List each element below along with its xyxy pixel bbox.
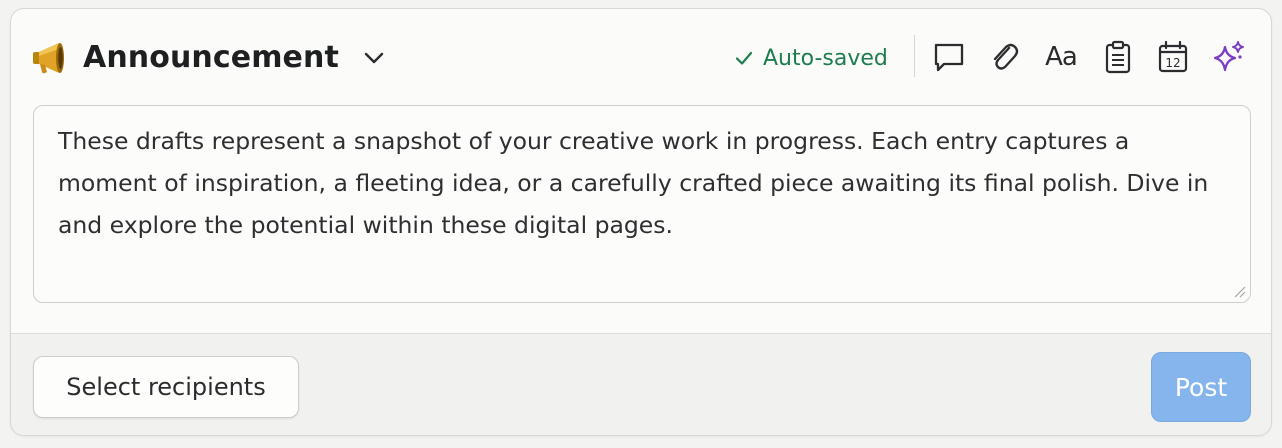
comment-icon	[934, 43, 964, 72]
announcement-composer: Announcement Auto-saved Aa 12 These draf…	[10, 8, 1272, 436]
schedule-button[interactable]: 12	[1153, 37, 1193, 77]
resize-handle-icon[interactable]	[1232, 284, 1246, 298]
select-recipients-button[interactable]: Select recipients	[33, 356, 299, 418]
checkmark-icon	[735, 51, 753, 65]
calendar-day: 12	[1165, 56, 1180, 70]
announcement-body-textarea[interactable]: These drafts represent a snapshot of you…	[33, 105, 1251, 303]
attachment-icon	[993, 43, 1019, 70]
toolbar-divider	[914, 35, 915, 77]
megaphone-icon	[33, 43, 64, 74]
ai-assist-button[interactable]	[1209, 37, 1249, 77]
comment-button[interactable]	[929, 37, 969, 77]
composer-header: Announcement Auto-saved Aa 12	[11, 9, 1271, 105]
text-format-icon: Aa	[1045, 42, 1078, 72]
composer-footer: Select recipients Post	[11, 333, 1271, 435]
announcement-type-dropdown[interactable]: Announcement	[29, 35, 387, 79]
autosave-status: Auto-saved	[733, 43, 888, 73]
chevron-down-icon	[364, 52, 384, 64]
attach-file-button[interactable]	[985, 37, 1025, 77]
clipboard-icon	[1105, 40, 1131, 74]
announcement-title: Announcement	[83, 39, 339, 75]
clipboard-button[interactable]	[1098, 37, 1138, 77]
ai-sparkle-icon	[1213, 41, 1244, 72]
text-format-button[interactable]: Aa	[1041, 37, 1081, 77]
autosave-label: Auto-saved	[763, 45, 888, 71]
calendar-icon: 12	[1158, 40, 1188, 73]
post-button[interactable]: Post	[1151, 352, 1251, 422]
announcement-body-text: These drafts represent a snapshot of you…	[58, 127, 1209, 239]
